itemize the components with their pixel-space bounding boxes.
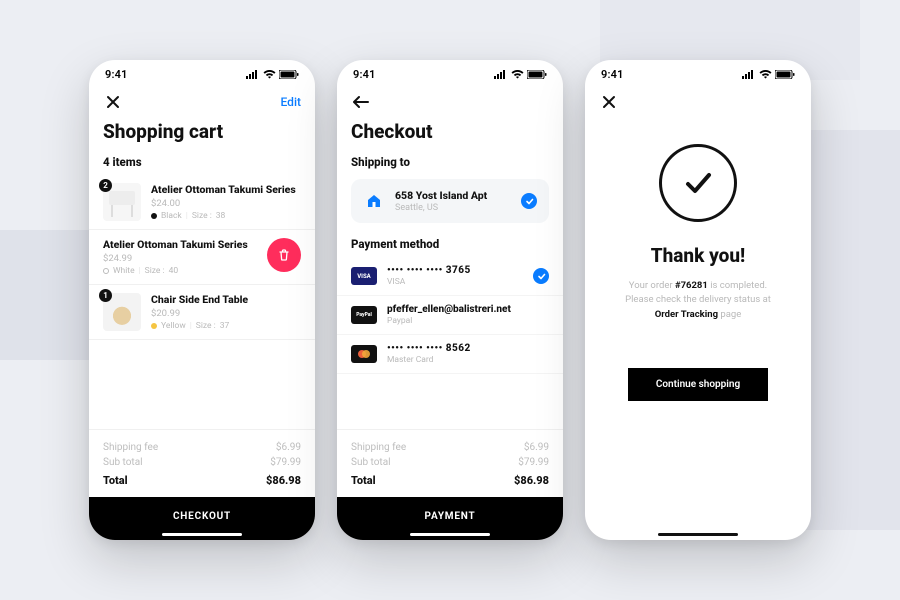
product-name: Atelier Ottoman Takumi Series [103,238,257,251]
arrow-left-icon [353,95,369,109]
trash-icon [277,248,291,262]
payment-brand: Paypal [387,316,549,326]
signal-icon [494,70,508,79]
qty-badge: 1 [99,289,112,302]
thank-you-message: Your order #76281 is completed. Please c… [625,279,771,322]
home-indicator [410,533,490,536]
product-price: $24.00 [151,198,301,209]
product-price: $24.99 [103,253,257,264]
status-bar: 9:41 [337,60,563,88]
screen-thank-you: 9:41 Thank you! Your order #76281 is com… [585,60,811,540]
page-title: Checkout [337,114,563,151]
continue-shopping-button[interactable]: Continue shopping [628,368,768,401]
close-icon [106,95,120,109]
delete-button[interactable] [267,238,301,272]
cart-item[interactable]: 2 Atelier Ottoman Takumi Series $24.00 B… [89,175,315,230]
status-indicators [494,70,547,79]
home-indicator [162,533,242,536]
cart-item[interactable]: 1 Chair Side End Table $20.99 Yellow | S… [89,285,315,340]
back-button[interactable] [351,92,371,112]
close-button[interactable] [599,92,619,112]
wifi-icon [511,70,524,79]
status-indicators [246,70,299,79]
page-title: Shopping cart [89,114,315,151]
screen-cart: 9:41 Edit Shopping cart 4 items 2 [89,60,315,540]
product-price: $20.99 [151,308,301,319]
product-meta: Yellow | Size : 37 [151,321,301,331]
paypal-logo-icon: PayPal [351,306,377,324]
order-number: #76281 [675,280,708,291]
status-bar: 9:41 [585,60,811,88]
product-name: Chair Side End Table [151,293,301,306]
nav-bar: Edit [89,88,315,114]
selected-check-icon [521,193,537,209]
cart-item[interactable]: Atelier Ottoman Takumi Series $24.99 Whi… [89,230,315,285]
payment-method-row[interactable]: VISA •••• •••• •••• 3765 VISA [337,257,563,296]
product-name: Atelier Ottoman Takumi Series [151,183,301,196]
payment-section-label: Payment method [337,233,563,257]
wifi-icon [263,70,276,79]
battery-icon [279,70,299,79]
product-meta: White | Size : 40 [103,266,257,276]
home-indicator [658,533,738,536]
screen-checkout: 9:41 Checkout Shipping to [337,60,563,540]
color-swatch-icon [151,323,157,329]
payment-method-row[interactable]: PayPal pfeffer_ellen@balistreri.net Payp… [337,296,563,335]
product-meta: Black | Size : 38 [151,211,301,221]
edit-link[interactable]: Edit [281,95,301,109]
payment-brand: VISA [387,277,523,287]
payment-method-row[interactable]: •••• •••• •••• 8562 Master Card [337,335,563,374]
nav-bar [585,88,811,114]
shipping-section-label: Shipping to [337,151,563,175]
status-time: 9:41 [353,68,376,81]
selected-check-icon [533,268,549,284]
mastercard-logo-icon [351,345,377,363]
shipping-address-card[interactable]: 658 Yost Island Apt Seattle, US [351,179,549,223]
thank-you-title: Thank you! [651,244,746,267]
totals: Shipping fee$6.99 Sub total$79.99 Total$… [89,429,315,497]
nav-bar [337,88,563,114]
wifi-icon [759,70,772,79]
product-thumb: 1 [103,293,141,331]
color-swatch-icon [103,268,109,274]
payment-brand: Master Card [387,355,549,365]
signal-icon [742,70,756,79]
status-time: 9:41 [601,68,624,81]
battery-icon [527,70,547,79]
payment-display: pfeffer_ellen@balistreri.net [387,304,549,315]
address-line1: 658 Yost Island Apt [395,189,511,202]
status-bar: 9:41 [89,60,315,88]
signal-icon [246,70,260,79]
close-button[interactable] [103,92,123,112]
visa-logo-icon: VISA [351,267,377,285]
success-check-icon [659,144,737,222]
order-tracking-link[interactable]: Order Tracking [655,309,718,320]
status-indicators [742,70,795,79]
close-icon [602,95,616,109]
product-thumb: 2 [103,183,141,221]
home-icon [363,190,385,212]
item-count: 4 items [89,151,315,175]
address-line2: Seattle, US [395,203,511,213]
totals: Shipping fee$6.99 Sub total$79.99 Total$… [337,429,563,497]
battery-icon [775,70,795,79]
status-time: 9:41 [105,68,128,81]
payment-display: •••• •••• •••• 8562 [387,343,549,354]
color-swatch-icon [151,213,157,219]
payment-display: •••• •••• •••• 3765 [387,265,523,276]
